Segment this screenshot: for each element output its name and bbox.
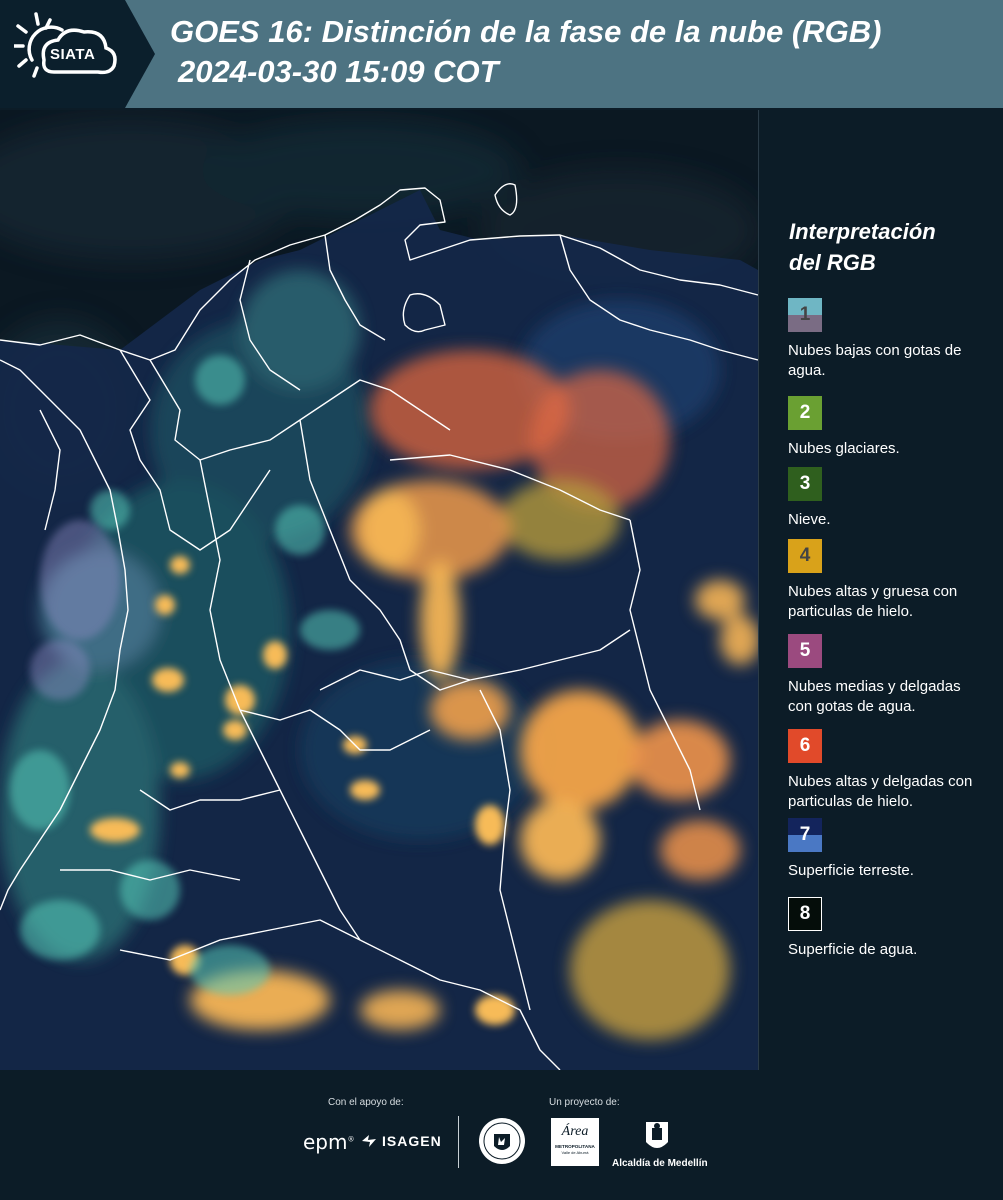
legend-swatch: 1 bbox=[788, 298, 822, 332]
legend-item: 1 Nubes bajas con gotas de agua. bbox=[788, 298, 988, 381]
isagen-text: ISAGEN bbox=[382, 1133, 442, 1149]
legend-title-line1: Interpretación bbox=[789, 219, 936, 244]
siata-seal-icon bbox=[479, 1118, 525, 1164]
siata-logo: SIATA bbox=[0, 0, 155, 108]
epm-logo: epm® bbox=[303, 1130, 355, 1154]
legend-swatch: 8 bbox=[788, 897, 822, 931]
legend-number: 5 bbox=[799, 640, 811, 661]
legend-item: 7 Superficie terreste. bbox=[788, 818, 988, 881]
legend-swatch: 6 bbox=[788, 729, 822, 763]
satellite-map bbox=[0, 110, 759, 1070]
logo-text: SIATA bbox=[50, 46, 96, 63]
epm-text: epm bbox=[303, 1130, 348, 1154]
timestamp: 2024-03-30 15:09 COT bbox=[178, 54, 499, 89]
legend-number: 3 bbox=[799, 473, 811, 494]
legend-label: Nubes altas y delgadas con particulas de… bbox=[788, 773, 973, 810]
legend-swatch: 4 bbox=[788, 539, 822, 573]
page-title: GOES 16: Distinción de la fase de la nub… bbox=[170, 14, 882, 49]
legend-swatch: 2 bbox=[788, 396, 822, 430]
alcaldia-shield-icon bbox=[646, 1122, 668, 1148]
legend-number: 7 bbox=[799, 824, 811, 845]
header-banner: SIATA GOES 16: Distinción de la fase de … bbox=[0, 0, 1003, 108]
legend-number: 1 bbox=[799, 304, 811, 325]
legend-item: 3 Nieve. bbox=[788, 467, 988, 530]
footer: Con el apoyo de: Un proyecto de: epm® IS… bbox=[0, 1070, 1003, 1200]
isagen-logo: ISAGEN bbox=[360, 1133, 442, 1149]
legend-number: 8 bbox=[799, 903, 811, 924]
legend-item: 4 Nubes altas y gruesa con particulas de … bbox=[788, 539, 988, 622]
legend-title-line2: del RGB bbox=[789, 250, 876, 275]
footer-divider bbox=[458, 1116, 459, 1168]
area-sub-text: METROPOLITANA bbox=[555, 1144, 595, 1149]
legend-label: Superficie terreste. bbox=[788, 862, 914, 879]
legend-number: 2 bbox=[799, 402, 811, 423]
legend-number: 6 bbox=[799, 735, 811, 756]
legend-item: 6 Nubes altas y delgadas con particulas d… bbox=[788, 729, 988, 812]
legend-swatch: 3 bbox=[788, 467, 822, 501]
legend-title: Interpretación del RGB bbox=[789, 216, 989, 278]
legend-label: Superficie de agua. bbox=[788, 941, 918, 958]
legend-swatch: 7 bbox=[788, 818, 822, 852]
area-main-text: Área bbox=[561, 1124, 589, 1139]
legend-item: 8 Superficie de agua. bbox=[788, 897, 988, 960]
area-sub2-text: Valle de Aburrá bbox=[561, 1150, 589, 1155]
legend-label: Nubes glaciares. bbox=[788, 440, 900, 457]
legend-item: 5 Nubes medias y delgadas con gotas de ag… bbox=[788, 634, 988, 717]
legend-swatch: 5 bbox=[788, 634, 822, 668]
legend-item: 2 Nubes glaciares. bbox=[788, 396, 988, 459]
project-label: Un proyecto de: bbox=[549, 1097, 620, 1108]
legend-label: Nieve. bbox=[788, 511, 831, 528]
legend-number: 4 bbox=[799, 545, 811, 566]
legend-label: Nubes bajas con gotas de agua. bbox=[788, 342, 962, 379]
support-label: Con el apoyo de: bbox=[328, 1097, 404, 1108]
legend-label: Nubes altas y gruesa con particulas de h… bbox=[788, 583, 958, 620]
legend-label: Nubes medias y delgadas con gotas de agu… bbox=[788, 678, 961, 715]
isagen-icon bbox=[362, 1135, 376, 1147]
area-metropolitana-logo: Área METROPOLITANA Valle de Aburrá bbox=[551, 1118, 599, 1166]
alcaldia-text: Alcaldía de Medellín bbox=[612, 1158, 708, 1169]
